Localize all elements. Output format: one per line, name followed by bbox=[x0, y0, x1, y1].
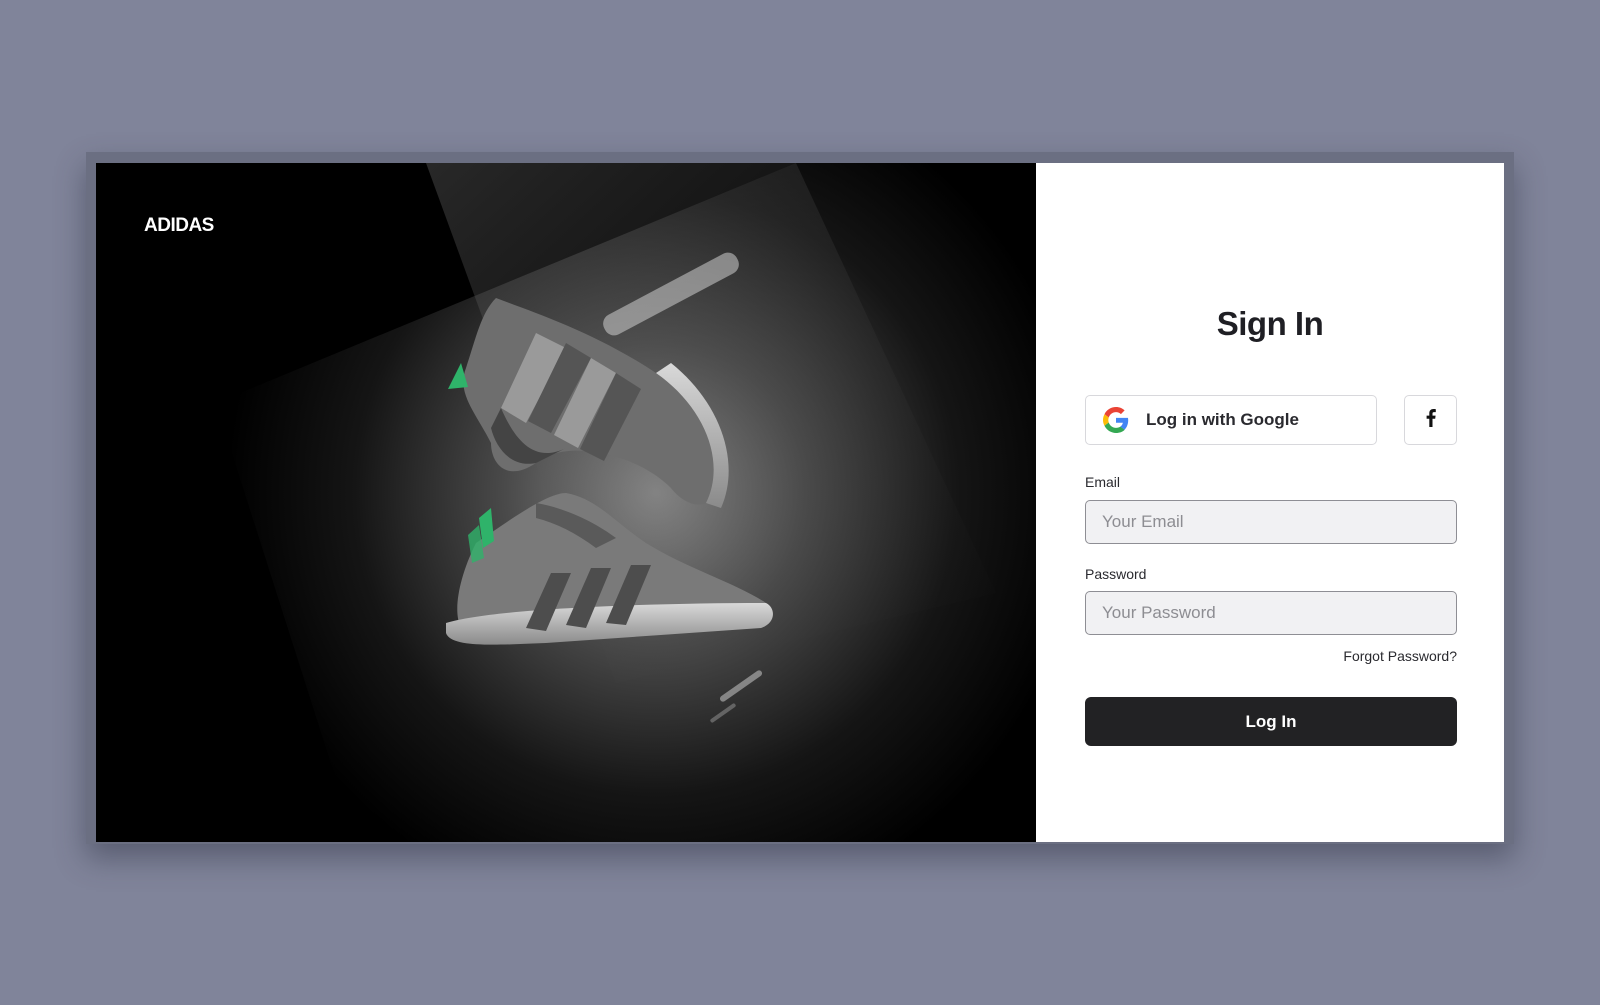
email-field[interactable] bbox=[1085, 500, 1457, 544]
login-card: ADIDAS Sign In Log in with Google Email … bbox=[96, 163, 1504, 842]
google-login-button[interactable]: Log in with Google bbox=[1085, 395, 1377, 445]
google-icon bbox=[1103, 407, 1129, 433]
log-in-button[interactable]: Log In bbox=[1085, 697, 1457, 746]
email-label: Email bbox=[1085, 474, 1121, 490]
password-label: Password bbox=[1085, 566, 1147, 582]
facebook-login-button[interactable] bbox=[1404, 395, 1457, 445]
sneakers-photo bbox=[96, 163, 1036, 842]
sign-in-panel: Sign In Log in with Google Email Passw bbox=[1036, 163, 1504, 842]
password-field[interactable] bbox=[1085, 591, 1457, 635]
facebook-icon bbox=[1425, 408, 1437, 432]
hero-panel: ADIDAS bbox=[96, 163, 1036, 842]
page-title: Sign In bbox=[1216, 305, 1324, 342]
google-login-label: Log in with Google bbox=[1146, 410, 1299, 429]
forgot-password-link[interactable]: Forgot Password? bbox=[1343, 648, 1457, 664]
brand-logo[interactable]: ADIDAS bbox=[144, 215, 214, 237]
